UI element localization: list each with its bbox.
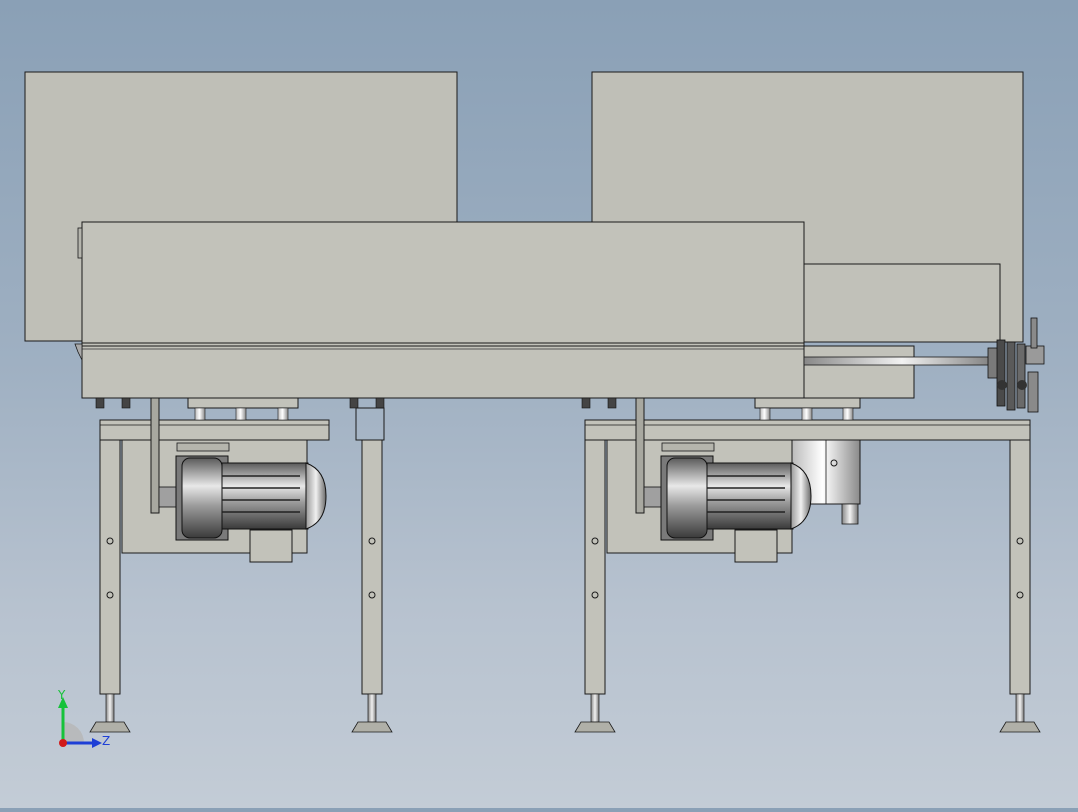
leveling-foot xyxy=(89,693,131,733)
left-frame xyxy=(95,397,385,695)
leveling-foot xyxy=(351,693,393,733)
right-frame xyxy=(581,397,1031,695)
main-conveyor-housing xyxy=(74,221,805,399)
drive-shaft xyxy=(803,345,1001,399)
triad-origin xyxy=(59,739,67,747)
leveling-foot xyxy=(574,693,616,733)
z-axis-label: Z xyxy=(102,734,110,748)
triad-plane-indicator xyxy=(63,722,84,743)
cad-viewport[interactable]: Y Z xyxy=(0,0,1078,808)
y-axis-label: Y xyxy=(57,688,66,702)
coordinate-triad[interactable]: Y Z xyxy=(57,688,110,748)
leveling-foot xyxy=(999,693,1041,733)
